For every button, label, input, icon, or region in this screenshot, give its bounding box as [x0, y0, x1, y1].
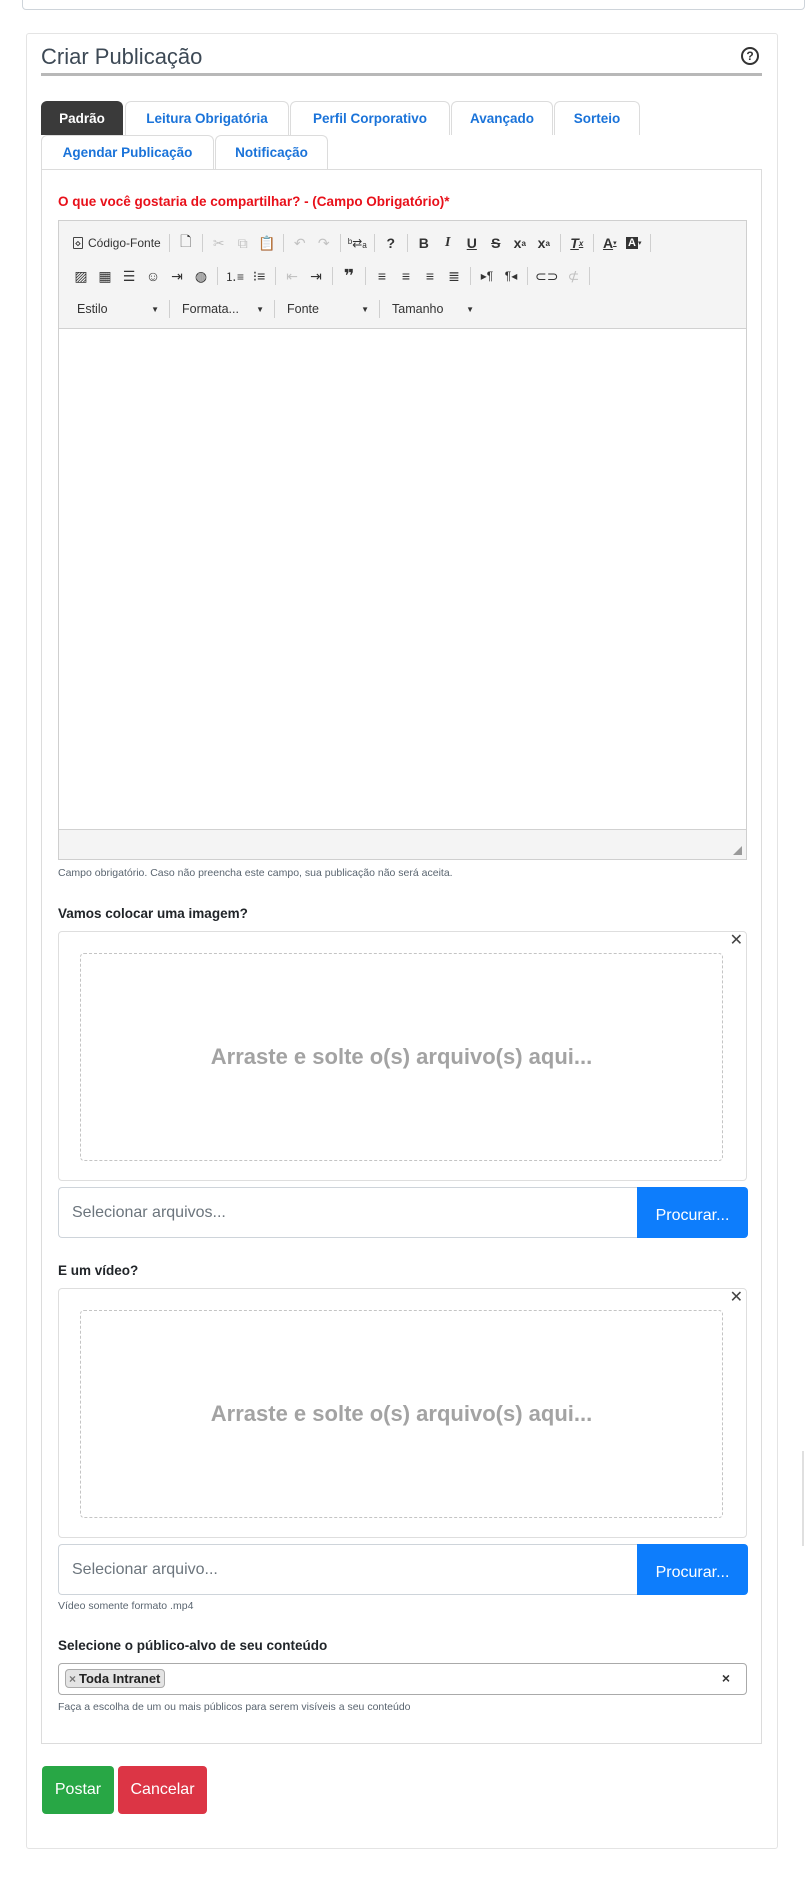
background-color-icon[interactable]: A ▾	[622, 231, 646, 255]
smiley-icon[interactable]: ☺	[141, 264, 165, 288]
italic-icon[interactable]: I	[436, 231, 460, 255]
clear-selection-icon[interactable]: ×	[722, 1670, 730, 1686]
style-combo-label: Estilo	[77, 302, 108, 316]
image-dropzone-area[interactable]: Arraste e solte o(s) arquivo(s) aqui...	[80, 953, 723, 1161]
page-title: Criar Publicação	[41, 44, 203, 69]
tab-sorteio[interactable]: Sorteio	[554, 101, 640, 135]
bold-icon[interactable]: B	[412, 231, 436, 255]
chevron-down-icon: ▼	[466, 305, 474, 314]
audience-chip: × Toda Intranet	[65, 1669, 166, 1688]
tab-agendar-publicacao[interactable]: Agendar Publicação	[41, 135, 214, 169]
underline-icon[interactable]: U	[460, 231, 484, 255]
table-icon[interactable]: ▦	[93, 264, 117, 288]
tab-padrao[interactable]: Padrão	[41, 101, 123, 135]
video-file-input-group: Selecionar arquivo... Procurar...	[58, 1544, 748, 1595]
decrease-indent-icon[interactable]: ⇤	[280, 264, 304, 288]
image-dropzone[interactable]: ✕ Arraste e solte o(s) arquivo(s) aqui..…	[58, 931, 747, 1181]
unlink-icon[interactable]: ⊄	[561, 264, 585, 288]
tab-perfil-corporativo[interactable]: Perfil Corporativo	[290, 101, 450, 135]
help-icon[interactable]: ?	[379, 231, 403, 255]
bulleted-list-icon[interactable]: ⁝≡	[247, 264, 271, 288]
font-combo[interactable]: Fonte ▼	[279, 297, 375, 321]
chevron-down-icon: ▼	[361, 305, 369, 314]
image-icon[interactable]: ▨	[69, 264, 93, 288]
close-icon[interactable]: ✕	[730, 1287, 743, 1307]
copy-icon[interactable]: ⧉	[231, 231, 255, 255]
page-break-icon[interactable]: ⇥	[165, 264, 189, 288]
audience-label: Selecione o público-alvo de seu conteúdo	[58, 1638, 328, 1653]
audience-help-text: Faça a escolha de um ou mais públicos pa…	[58, 1701, 411, 1713]
audience-chip-label: Toda Intranet	[79, 1671, 161, 1686]
top-partial-input[interactable]	[22, 0, 805, 10]
strikethrough-icon[interactable]: S	[484, 231, 508, 255]
font-combo-label: Fonte	[287, 302, 319, 316]
editor-toolbar: ⋄ Código-Fonte 🗋 ✂ ⧉ 📋 ↶ ↷ ᵇ⇄ₐ ? B I U S…	[59, 221, 746, 329]
redo-icon[interactable]: ↷	[312, 231, 336, 255]
audience-select[interactable]: × Toda Intranet ×	[58, 1663, 747, 1695]
video-dropzone[interactable]: ✕ Arraste e solte o(s) arquivo(s) aqui..…	[58, 1288, 747, 1538]
close-icon[interactable]: ✕	[730, 930, 743, 950]
remove-format-icon[interactable]: Tx	[565, 231, 589, 255]
superscript-icon[interactable]: xa	[532, 231, 556, 255]
text-color-icon[interactable]: A ▾	[598, 231, 622, 255]
question-circle-icon[interactable]: ?	[741, 47, 759, 65]
rtl-icon[interactable]: ¶◂	[499, 264, 523, 288]
content-help-text: Campo obrigatório. Caso não preencha est…	[58, 867, 453, 879]
style-combo[interactable]: Estilo ▼	[69, 297, 165, 321]
tab-leitura-obrigatoria[interactable]: Leitura Obrigatória	[125, 101, 289, 135]
align-justify-icon[interactable]: ≣	[442, 264, 466, 288]
editor-content-area[interactable]	[59, 330, 746, 829]
size-combo-label: Tamanho	[392, 302, 444, 316]
find-replace-icon[interactable]: ᵇ⇄ₐ	[345, 231, 370, 255]
paste-icon[interactable]: 📋	[255, 231, 279, 255]
numbered-list-icon[interactable]: ⒈≡	[222, 264, 247, 288]
chevron-down-icon: ▼	[256, 305, 264, 314]
ltr-icon[interactable]: ▸¶	[475, 264, 499, 288]
chevron-down-icon: ▼	[151, 305, 159, 314]
post-button[interactable]: Postar	[42, 1766, 114, 1814]
horizontal-line-icon[interactable]: ☰	[117, 264, 141, 288]
source-code-icon: ⋄	[73, 237, 83, 250]
format-combo-label: Formata...	[182, 302, 239, 316]
editor-status-bar	[59, 829, 746, 859]
blockquote-icon[interactable]: ❞	[337, 264, 361, 288]
size-combo[interactable]: Tamanho ▼	[384, 297, 480, 321]
align-right-icon[interactable]: ≡	[418, 264, 442, 288]
cut-icon[interactable]: ✂	[207, 231, 231, 255]
resize-handle-icon[interactable]	[733, 846, 742, 855]
source-code-button[interactable]: ⋄ Código-Fonte	[69, 231, 165, 255]
tab-avancado[interactable]: Avançado	[451, 101, 553, 135]
video-label: E um vídeo?	[58, 1263, 139, 1278]
image-browse-button[interactable]: Procurar...	[637, 1187, 748, 1238]
increase-indent-icon[interactable]: ⇥	[304, 264, 328, 288]
content-label: O que você gostaria de compartilhar? - (…	[58, 194, 450, 209]
image-label: Vamos colocar uma imagem?	[58, 906, 248, 921]
format-combo[interactable]: Formata... ▼	[174, 297, 270, 321]
link-icon[interactable]: ⊂⊃	[532, 264, 561, 288]
image-file-input[interactable]: Selecionar arquivos...	[58, 1187, 637, 1238]
new-page-icon[interactable]: 🗋	[174, 231, 198, 255]
video-file-input[interactable]: Selecionar arquivo...	[58, 1544, 637, 1595]
remove-chip-icon[interactable]: ×	[69, 1672, 76, 1686]
tab-notificacao[interactable]: Notificação	[215, 135, 328, 169]
source-code-label: Código-Fonte	[88, 236, 161, 250]
cancel-button[interactable]: Cancelar	[118, 1766, 207, 1814]
align-center-icon[interactable]: ≡	[394, 264, 418, 288]
iframe-globe-icon[interactable]: ◍	[189, 264, 213, 288]
video-browse-button[interactable]: Procurar...	[637, 1544, 748, 1595]
align-left-icon[interactable]: ≡	[370, 264, 394, 288]
video-help-text: Vídeo somente formato .mp4	[58, 1600, 194, 1612]
video-dropzone-area[interactable]: Arraste e solte o(s) arquivo(s) aqui...	[80, 1310, 723, 1518]
image-file-input-group: Selecionar arquivos... Procurar...	[58, 1187, 748, 1238]
page-edge	[802, 1451, 804, 1546]
subscript-icon[interactable]: xa	[508, 231, 532, 255]
undo-icon[interactable]: ↶	[288, 231, 312, 255]
title-divider	[41, 73, 762, 76]
